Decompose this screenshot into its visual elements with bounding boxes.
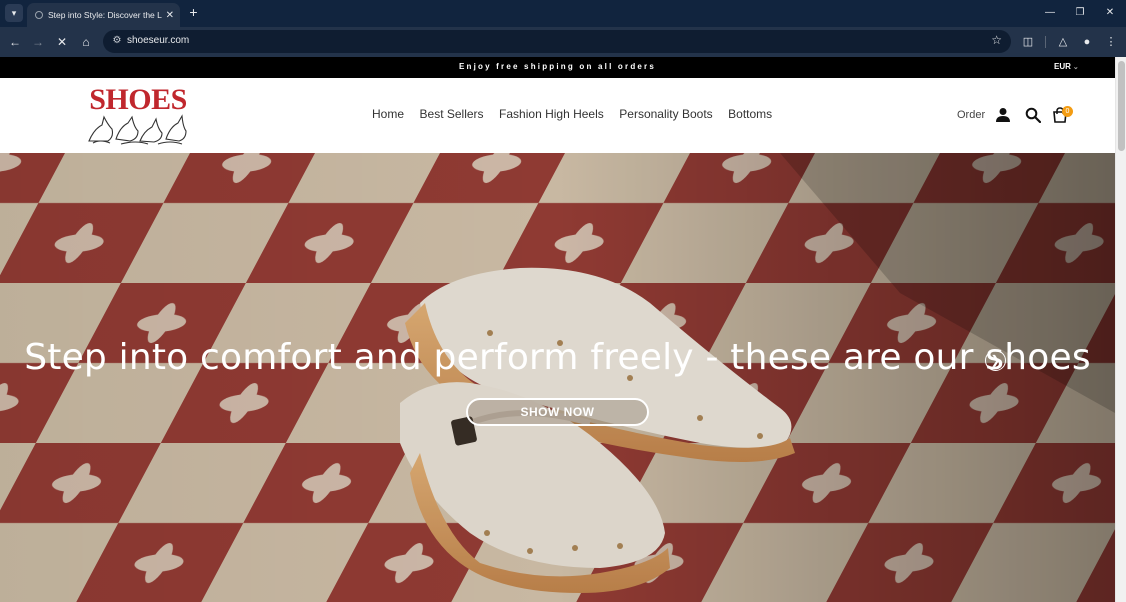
restore-icon[interactable]: ❐ <box>1071 5 1089 21</box>
show-now-button[interactable]: SHOW NOW <box>466 398 649 426</box>
scrollbar-thumb[interactable] <box>1118 61 1125 151</box>
close-window-icon[interactable]: ✕ <box>1101 5 1119 21</box>
hero-title: Step into comfort and perform freely - t… <box>24 337 1091 378</box>
forward-icon[interactable]: → <box>29 33 47 51</box>
nav-best-sellers[interactable]: Best Sellers <box>420 107 484 121</box>
labs-flask-icon[interactable]: △ <box>1055 34 1071 50</box>
stop-loading-icon[interactable]: ✕ <box>53 33 71 51</box>
currency-selector[interactable]: EUR ⌄ <box>1054 62 1079 71</box>
profile-icon[interactable]: ● <box>1079 34 1095 50</box>
announcement-bar: Enjoy free shipping on all orders EUR ⌄ <box>0 57 1115 78</box>
order-link[interactable]: Order <box>957 109 985 121</box>
toolbar-divider <box>1045 36 1046 48</box>
nav-personality-boots[interactable]: Personality Boots <box>619 107 712 121</box>
logo-wordmark: SHOES <box>89 83 187 116</box>
browser-tab-strip: ▾ Step into Style: Discover the Latest ✕… <box>0 0 1126 27</box>
browser-toolbar: ← → ✕ ⌂ ⚙ shoeseur.com ☆ ◫ △ ● ⋮ <box>0 27 1126 57</box>
menu-kebab-icon[interactable]: ⋮ <box>1103 34 1119 50</box>
account-icon[interactable] <box>995 107 1011 123</box>
hero-banner: Step into comfort and perform freely - t… <box>0 153 1115 602</box>
page-scrollbar[interactable] <box>1115 57 1126 602</box>
logo-shoe-sketch-icon <box>88 114 187 145</box>
extensions-icon[interactable]: ◫ <box>1020 34 1036 50</box>
home-icon[interactable]: ⌂ <box>77 33 95 51</box>
main-navigation: Home Best Sellers Fashion High Heels Per… <box>372 107 772 121</box>
web-page: Enjoy free shipping on all orders EUR ⌄ S… <box>0 57 1126 602</box>
new-tab-icon[interactable]: + <box>186 5 201 20</box>
active-tab[interactable]: Step into Style: Discover the Latest ✕ <box>27 3 180 27</box>
tab-title: Step into Style: Discover the Latest <box>48 10 162 20</box>
site-info-icon[interactable]: ⚙ <box>110 34 124 48</box>
cart-count-badge: 0 <box>1062 106 1073 117</box>
url-text[interactable]: shoeseur.com <box>127 35 189 46</box>
announcement-text: Enjoy free shipping on all orders <box>458 62 657 71</box>
nav-bottoms[interactable]: Bottoms <box>728 107 772 121</box>
site-logo[interactable]: SHOES <box>86 83 190 146</box>
site-favicon-icon <box>35 11 43 19</box>
close-tab-icon[interactable]: ✕ <box>166 10 174 21</box>
nav-fashion-high-heels[interactable]: Fashion High Heels <box>499 107 604 121</box>
tab-search-icon[interactable]: ▾ <box>5 4 23 22</box>
address-bar[interactable]: ⚙ shoeseur.com ☆ <box>103 30 1011 53</box>
chevron-down-icon: ⌄ <box>1072 64 1079 71</box>
currency-label: EUR <box>1054 62 1071 71</box>
minimize-icon[interactable]: — <box>1041 5 1059 21</box>
nav-home[interactable]: Home <box>372 107 404 121</box>
slide-next-arrow-icon[interactable]: ❯ <box>985 350 1006 371</box>
search-icon[interactable] <box>1025 107 1041 123</box>
back-icon[interactable]: ← <box>6 33 24 51</box>
site-header: SHOES Home Best Sellers Fashion High Hee… <box>0 78 1115 153</box>
bookmark-star-icon[interactable]: ☆ <box>991 33 1002 47</box>
